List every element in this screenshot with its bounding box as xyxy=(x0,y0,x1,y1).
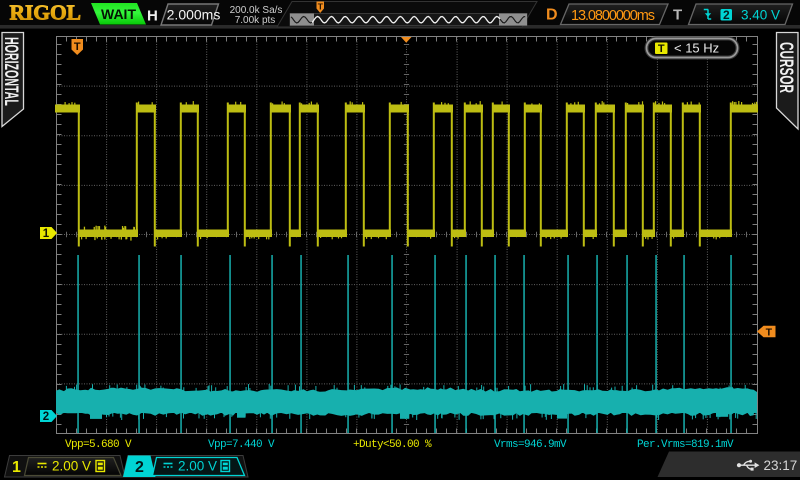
svg-text:2.000ms: 2.000ms xyxy=(167,7,221,23)
svg-text:D: D xyxy=(546,7,558,24)
svg-text:Per.Vrms=819.1mV: Per.Vrms=819.1mV xyxy=(637,439,734,451)
svg-text:3.40 V: 3.40 V xyxy=(741,7,780,22)
svg-text:< 15 Hz: < 15 Hz xyxy=(674,41,719,56)
svg-text:2.00 V: 2.00 V xyxy=(52,458,91,473)
svg-text:1: 1 xyxy=(12,459,21,476)
svg-text:WAIT: WAIT xyxy=(101,6,136,22)
svg-text:2: 2 xyxy=(135,459,144,476)
svg-text:T: T xyxy=(673,7,682,24)
svg-text:CURSOR: CURSOR xyxy=(775,42,795,93)
svg-text:7.00k pts: 7.00k pts xyxy=(235,15,276,26)
svg-text:1: 1 xyxy=(43,228,50,240)
svg-text:+Duty<50.00 %: +Duty<50.00 % xyxy=(353,439,432,451)
svg-text:13.0800000ms: 13.0800000ms xyxy=(571,8,655,24)
svg-text:T: T xyxy=(766,327,773,339)
svg-text:2: 2 xyxy=(723,8,730,22)
svg-text:HORIZONTAL: HORIZONTAL xyxy=(0,37,21,106)
svg-text:2.00 V: 2.00 V xyxy=(178,458,217,473)
svg-text:T: T xyxy=(74,41,81,53)
svg-text:Vpp=5.680 V: Vpp=5.680 V xyxy=(65,439,132,451)
svg-text:RIGOL: RIGOL xyxy=(10,1,82,25)
svg-text:T: T xyxy=(318,2,324,12)
svg-text:T: T xyxy=(658,43,665,55)
svg-text:H: H xyxy=(147,8,158,25)
svg-text:Vrms=946.9mV: Vrms=946.9mV xyxy=(494,439,567,451)
svg-text:Vpp=7.440 V: Vpp=7.440 V xyxy=(208,439,275,451)
svg-text:2: 2 xyxy=(43,411,49,423)
svg-text:23:17: 23:17 xyxy=(764,458,798,473)
